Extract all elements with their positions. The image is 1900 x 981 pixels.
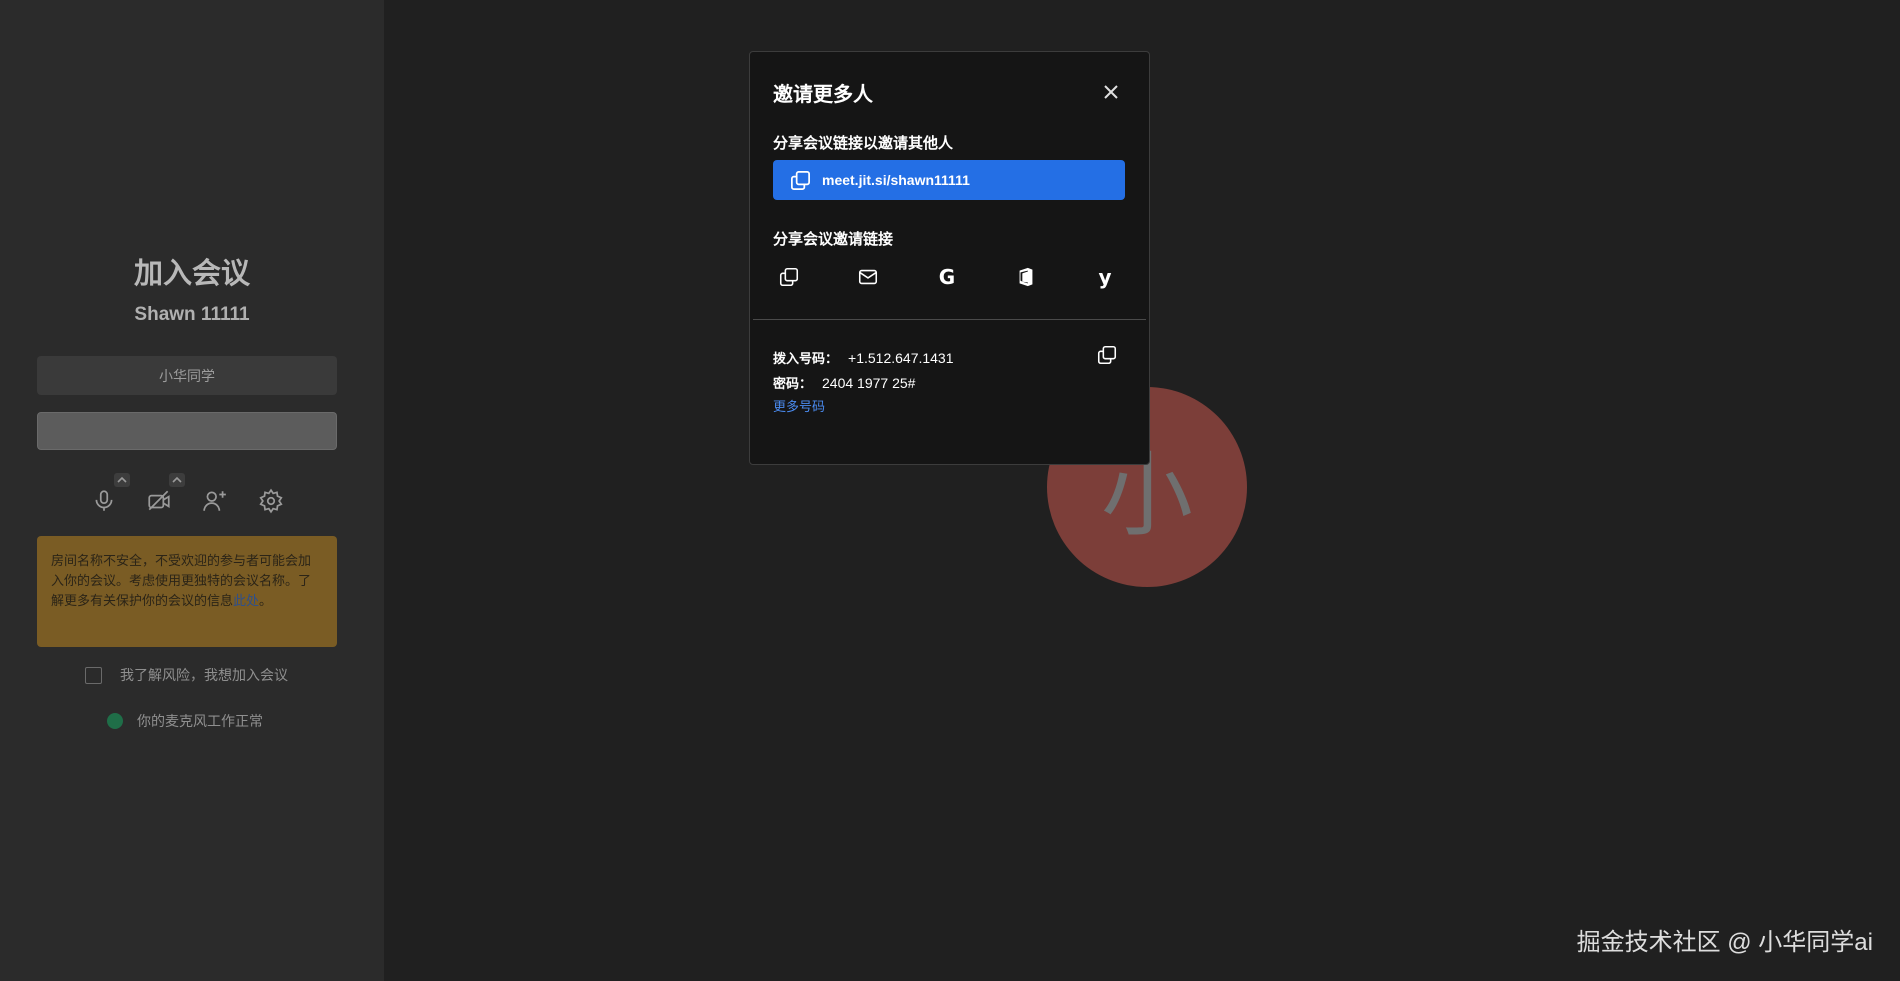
risk-checkbox[interactable] — [85, 666, 102, 684]
close-icon[interactable] — [1101, 82, 1121, 102]
copy-dial-in-icon[interactable] — [1096, 344, 1118, 366]
divider — [753, 319, 1146, 320]
google-icon[interactable]: G — [931, 261, 963, 293]
camera-off-icon[interactable] — [146, 488, 176, 518]
microphone-options-caret[interactable] — [114, 473, 130, 487]
pin-label: 密码： — [773, 376, 813, 391]
warning-link[interactable]: 此处 — [233, 593, 259, 608]
share-link-label: 分享会议链接以邀请其他人 — [773, 135, 954, 152]
prejoin-title: 加入会议 — [133, 258, 250, 290]
pin-value: 2404 1977 25# — [822, 375, 916, 391]
room-name: Shawn 11111 — [134, 304, 250, 325]
mic-status-indicator — [107, 713, 123, 729]
mic-status-text: 你的麦克风工作正常 — [137, 713, 263, 729]
camera-options-caret[interactable] — [169, 473, 185, 487]
copy-icon — [791, 170, 810, 190]
insecure-room-warning: 房间名称不安全，不受欢迎的参与者可能会加入你的会议。考虑使用更独特的会议名称。了… — [37, 536, 337, 647]
dial-in-label: 拨入号码： — [773, 351, 839, 366]
dialog-title: 邀请更多人 — [773, 84, 873, 106]
invite-dialog: 邀请更多人 分享会议链接以邀请其他人 meet.jit.si/shawn1111… — [749, 51, 1150, 465]
email-icon[interactable] — [852, 261, 884, 293]
invite-people-icon[interactable] — [202, 488, 232, 518]
prejoin-panel: 加入会议 Shawn 11111 小华同学 房间名称不安全，不受欢迎的参与者可能… — [0, 0, 384, 981]
settings-icon[interactable] — [258, 488, 288, 518]
copy-meeting-link-button[interactable]: meet.jit.si/shawn11111 — [773, 160, 1125, 200]
pin-row: 密码： 2404 1977 25# — [773, 373, 915, 392]
share-options: G y — [773, 261, 1125, 293]
more-numbers-link[interactable]: 更多号码 — [773, 396, 825, 415]
risk-checkbox-label: 我了解风险，我想加入会议 — [120, 667, 288, 683]
watermark: 掘金技术社区 @ 小华同学ai — [1576, 929, 1873, 956]
dial-in-row: 拨入号码： +1.512.647.1431 — [773, 348, 954, 367]
risk-checkbox-row[interactable]: 我了解风险，我想加入会议 — [85, 665, 288, 685]
join-meeting-button[interactable] — [37, 412, 337, 450]
prejoin-toolbar — [0, 473, 384, 518]
copy-invite-icon[interactable] — [773, 261, 805, 293]
warning-end: 。 — [259, 593, 273, 608]
microphone-icon[interactable] — [91, 488, 121, 518]
office365-icon[interactable] — [1010, 261, 1042, 293]
dial-in-number: +1.512.647.1431 — [848, 350, 954, 366]
yahoo-icon[interactable]: y — [1089, 261, 1121, 293]
share-invite-label: 分享会议邀请链接 — [773, 231, 894, 248]
mic-status: 你的麦克风工作正常 — [107, 711, 263, 731]
display-name-input[interactable]: 小华同学 — [37, 356, 337, 395]
meeting-url: meet.jit.si/shawn11111 — [822, 172, 970, 188]
